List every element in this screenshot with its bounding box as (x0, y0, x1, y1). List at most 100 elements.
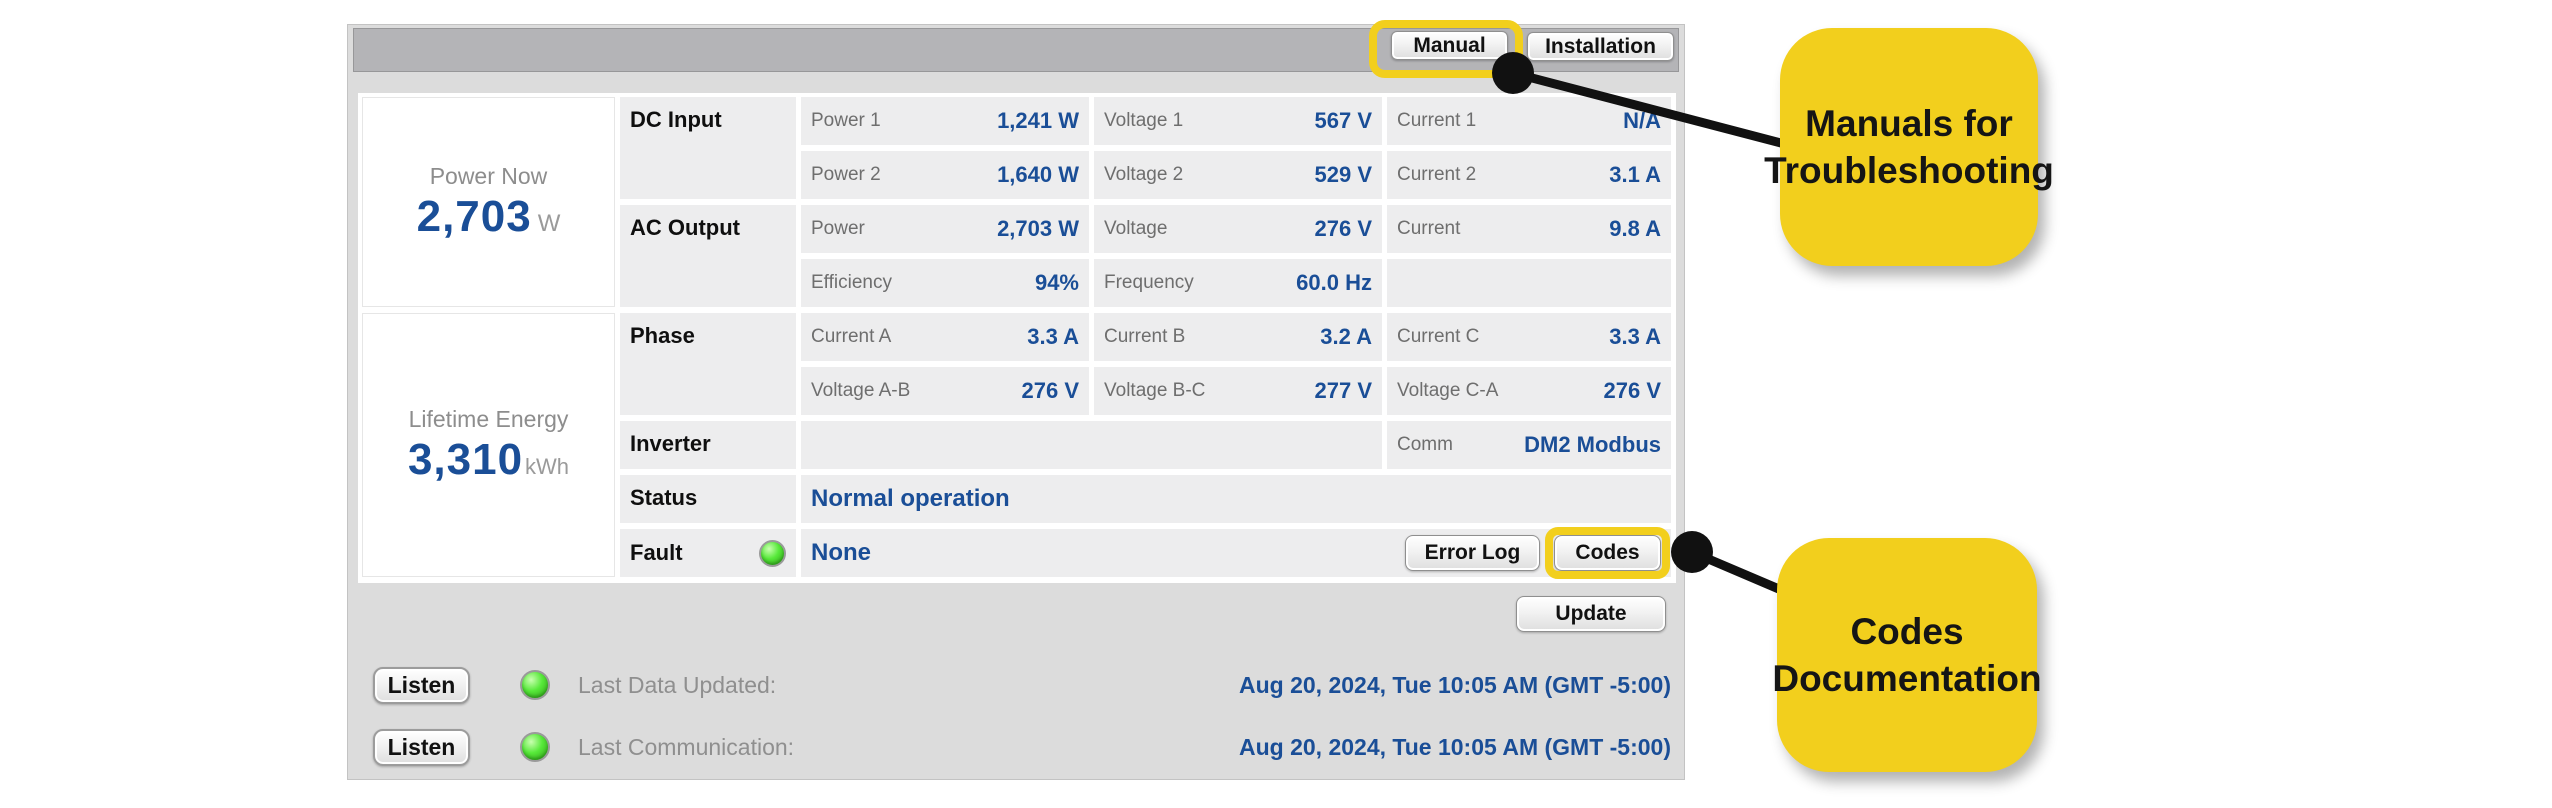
phase-current-c-cell: Current C 3.3 A (1387, 313, 1671, 361)
power-now-unit: W (537, 209, 561, 237)
dc-current2-label: Current 2 (1397, 164, 1477, 185)
dc-voltage1-label: Voltage 1 (1104, 110, 1184, 131)
lifetime-energy-unit: kWh (525, 453, 570, 479)
phase-voltage-ca-cell: Voltage C-A 276 V (1387, 367, 1671, 415)
manual-button[interactable]: Manual (1391, 31, 1508, 60)
dc-power1-value: 1,241 W (997, 108, 1079, 133)
lifetime-energy-box: Lifetime Energy 3,310 kWh (362, 313, 615, 577)
error-log-button[interactable]: Error Log (1405, 535, 1540, 571)
power-now-label: Power Now (429, 162, 548, 189)
phase-current-a-cell: Current A 3.3 A (801, 313, 1089, 361)
fault-cell: None Error Log Codes (801, 527, 1671, 579)
ac-power-label: Power (811, 218, 865, 239)
efficiency-label: Efficiency (811, 272, 892, 293)
comm-status-led-icon (520, 732, 550, 762)
dc-power1-cell: Power 1 1,241 W (801, 97, 1089, 145)
fault-value: None (811, 539, 871, 566)
phase-current-b-cell: Current B 3.2 A (1094, 313, 1382, 361)
last-communication-value: Aug 20, 2024, Tue 10:05 AM (GMT -5:00) (1238, 733, 1671, 760)
phase-voltage-ca-value: 276 V (1603, 378, 1662, 403)
inverter-status-panel: Manual Installation Power Now 2,703 W Li… (347, 20, 1685, 780)
lifetime-energy-label: Lifetime Energy (408, 405, 569, 432)
inverter-empty-cell (801, 421, 1382, 469)
status-value: Normal operation (811, 485, 1010, 512)
codes-button[interactable]: Codes (1554, 535, 1661, 571)
manual-note-line2: Troubleshooting (1764, 150, 2054, 191)
ac-current-cell: Current 9.8 A (1387, 205, 1671, 253)
update-button[interactable]: Update (1516, 596, 1666, 632)
ac-power-value: 2,703 W (997, 216, 1079, 241)
manual-annotation-callout: Manuals for Troubleshooting (1764, 28, 2054, 266)
listen-button-comm[interactable]: Listen (373, 728, 470, 766)
section-status: Status (620, 475, 796, 523)
phase-voltage-ab-label: Voltage A-B (811, 380, 911, 401)
dc-voltage1-cell: Voltage 1 567 V (1094, 97, 1382, 145)
dc-voltage2-label: Voltage 2 (1104, 164, 1184, 185)
phase-current-c-value: 3.3 A (1609, 324, 1661, 349)
phase-current-a-label: Current A (811, 326, 892, 347)
phase-voltage-bc-label: Voltage B-C (1104, 380, 1206, 401)
frequency-cell: Frequency 60.0 Hz (1094, 259, 1382, 307)
efficiency-value: 94% (1034, 270, 1079, 295)
phase-voltage-ab-cell: Voltage A-B 276 V (801, 367, 1089, 415)
comm-label: Comm (1397, 434, 1453, 455)
phase-voltage-ab-value: 276 V (1021, 378, 1080, 403)
phase-voltage-ca-label: Voltage C-A (1397, 380, 1499, 401)
dc-current2-value: 3.1 A (1609, 162, 1661, 187)
phase-current-a-value: 3.3 A (1027, 324, 1079, 349)
manual-note-line1: Manuals for (1805, 102, 2013, 144)
frequency-value: 60.0 Hz (1296, 270, 1372, 295)
section-phase: Phase (620, 313, 796, 415)
codes-note-line2: Documentation (1772, 658, 2042, 699)
ac-current-value: 9.8 A (1609, 216, 1661, 241)
last-data-updated-row: Listen Last Data Updated: Aug 20, 2024, … (373, 666, 1671, 704)
dc-current2-cell: Current 2 3.1 A (1387, 151, 1671, 199)
phase-current-b-value: 3.2 A (1320, 324, 1372, 349)
installation-button[interactable]: Installation (1527, 32, 1674, 61)
comm-value: DM2 Modbus (1524, 432, 1661, 457)
inverter-data-table: Power Now 2,703 W Lifetime Energy 3,310 … (358, 93, 1676, 583)
last-communication-label: Last Communication: (578, 733, 795, 760)
frequency-label: Frequency (1104, 272, 1194, 293)
section-ac-output: AC Output (620, 205, 796, 307)
section-fault: Fault (620, 529, 796, 577)
ac-voltage-cell: Voltage 276 V (1094, 205, 1382, 253)
dc-power2-value: 1,640 W (997, 162, 1079, 187)
power-now-value: 2,703 (416, 191, 532, 241)
last-data-updated-label: Last Data Updated: (578, 671, 777, 698)
last-communication-row: Listen Last Communication: Aug 20, 2024,… (373, 728, 1671, 766)
dc-voltage2-value: 529 V (1314, 162, 1373, 187)
dc-current1-value: N/A (1623, 108, 1661, 133)
data-status-led-icon (520, 670, 550, 700)
efficiency-cell: Efficiency 94% (801, 259, 1089, 307)
dc-power2-cell: Power 2 1,640 W (801, 151, 1089, 199)
phase-current-b-label: Current B (1104, 326, 1186, 347)
status-cell: Normal operation (801, 475, 1671, 523)
phase-voltage-bc-cell: Voltage B-C 277 V (1094, 367, 1382, 415)
section-inverter: Inverter (620, 421, 796, 469)
ac-voltage-label: Voltage (1104, 218, 1168, 239)
lifetime-energy-value: 3,310 (407, 434, 524, 484)
screenshot-root: Manual Installation Power Now 2,703 W Li… (0, 0, 2552, 808)
listen-button-data[interactable]: Listen (373, 666, 470, 704)
fault-label: Fault (630, 540, 683, 565)
phase-voltage-bc-value: 277 V (1314, 378, 1373, 403)
comm-cell: Comm DM2 Modbus (1387, 421, 1671, 469)
codes-annotation-callout: Codes Documentation (1772, 538, 2042, 772)
dc-current1-cell: Current 1 N/A (1387, 97, 1671, 145)
codes-note-line1: Codes (1850, 610, 1964, 652)
dc-voltage1-value: 567 V (1314, 108, 1373, 133)
fault-led-icon (759, 539, 786, 567)
dc-voltage2-cell: Voltage 2 529 V (1094, 151, 1382, 199)
ac-power-cell: Power 2,703 W (801, 205, 1089, 253)
dc-power1-label: Power 1 (811, 110, 881, 131)
dc-power2-label: Power 2 (811, 164, 881, 185)
ac-voltage-value: 276 V (1314, 216, 1373, 241)
phase-current-c-label: Current C (1397, 326, 1480, 347)
empty-cell (1387, 259, 1671, 307)
section-dc-input: DC Input (620, 97, 796, 199)
last-data-updated-value: Aug 20, 2024, Tue 10:05 AM (GMT -5:00) (1238, 671, 1671, 698)
power-now-box: Power Now 2,703 W (362, 97, 615, 307)
dc-current1-label: Current 1 (1397, 110, 1477, 131)
ac-current-label: Current (1397, 218, 1461, 239)
